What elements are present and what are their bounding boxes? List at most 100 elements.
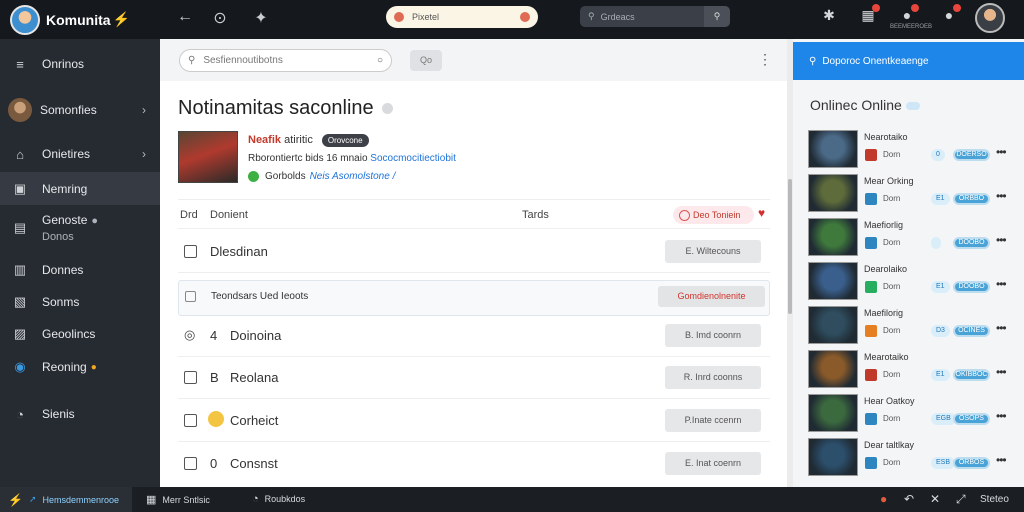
user-badge[interactable]: OCINES (953, 325, 990, 337)
online-user-item[interactable]: Mearotaiko Dorn E1 OKIBBOC ••• (808, 350, 1018, 390)
more-icon[interactable]: ••• (996, 321, 1007, 335)
row-checkbox[interactable] (185, 291, 196, 302)
sidebar-item-home[interactable]: ⌂ Onietires › (0, 141, 160, 167)
user-badge[interactable]: OSOPS (953, 413, 990, 425)
sidebar-item-docs[interactable]: ▥ Donnes (0, 257, 160, 283)
online-user-item[interactable]: Hear Oatkoy Dorn EGB OSOPS ••• (808, 394, 1018, 434)
main-search-input[interactable]: ⚲ Sesfiennoutibotns ○ (179, 49, 392, 72)
toolbar-button[interactable]: Qo (410, 50, 442, 71)
notifications-badge (911, 4, 919, 12)
more-icon[interactable]: ••• (996, 365, 1007, 379)
record-icon[interactable] (520, 12, 530, 22)
row-checkbox[interactable] (184, 414, 197, 427)
user-badge[interactable]: DOOBO (953, 281, 990, 293)
clear-icon[interactable]: ○ (377, 55, 383, 66)
undo-icon[interactable]: ↶ (904, 492, 914, 506)
post-author-rest: atiritic (284, 134, 313, 146)
more-icon[interactable]: ••• (996, 277, 1007, 291)
row-action-button[interactable]: P.Inate ccenrn (665, 409, 761, 432)
online-dot-icon (248, 171, 259, 182)
user-thumbnail[interactable] (808, 394, 858, 432)
user-thumbnail[interactable] (808, 262, 858, 300)
user-avatar[interactable] (975, 3, 1005, 33)
user-thumbnail[interactable] (808, 130, 858, 168)
online-user-item[interactable]: Dear taltlkay Dorn ESB ORBOS ••• (808, 438, 1018, 478)
address-pill[interactable]: Pixetel (386, 6, 538, 28)
more-icon[interactable]: ••• (996, 409, 1007, 423)
row-checkbox[interactable] (184, 457, 197, 470)
back-arrow-icon[interactable]: ← (174, 8, 196, 26)
user-badge[interactable]: ORBBO (953, 193, 990, 205)
top-search-input[interactable]: ⚲ Grdeacs ⚲ (580, 6, 730, 27)
notifications-icon[interactable]: ● BEEMEEROEB (890, 4, 932, 30)
info-icon[interactable] (381, 103, 393, 115)
table-row[interactable]: Dlesdinan E. Wiltecouns (178, 231, 770, 273)
table-row[interactable]: ◎ 4 Doinoina B. Imd coonrn (178, 315, 770, 357)
radio-icon[interactable]: ◎ (184, 327, 195, 343)
user-thumbnail[interactable] (808, 438, 858, 476)
bottom-status[interactable]: ⚡ ➚ Hemsdemmenrooe (0, 487, 132, 512)
user-badge[interactable]: DOOBO (953, 237, 990, 249)
online-user-item[interactable]: Nearotaiko Dorn 0 DOERSO ••• (808, 130, 1018, 170)
more-icon[interactable]: ••• (996, 189, 1007, 203)
user-thumbnail[interactable] (808, 218, 858, 256)
expand-icon[interactable]: ⤢ (956, 492, 966, 507)
row-checkbox[interactable] (184, 245, 197, 258)
top-search-button[interactable]: ⚲ (704, 6, 730, 27)
sidebar-item-settings[interactable]: ◔ Sienis (0, 401, 160, 427)
row-action-button[interactable]: B. Imd coonrn (665, 324, 761, 347)
sidebar-item-profile[interactable]: Somonfies › (0, 93, 160, 127)
alerts-icon[interactable]: ● (938, 4, 961, 23)
filter-chip[interactable]: Deo Toniein (673, 206, 755, 224)
col-header[interactable]: Drd (180, 209, 198, 221)
history-icon[interactable]: ⊙ (209, 8, 231, 28)
post-desc-link[interactable]: Sococmocitiectiobit (370, 153, 456, 164)
puzzle-icon[interactable]: ✱ (818, 7, 840, 24)
row-action-button[interactable]: Gomdienolnenite (658, 286, 765, 307)
right-banner[interactable]: ⚲ Doporoc Onentkeaenge (793, 42, 1024, 80)
row-checkbox[interactable] (184, 371, 197, 384)
sidebar-item-active[interactable]: ▣ Nemring (0, 172, 160, 205)
post-status-link[interactable]: Neis Asomolstone / (310, 171, 396, 182)
scrollbar-thumb[interactable] (788, 179, 792, 314)
app-brand[interactable]: Komunita ⚡ (0, 4, 160, 35)
sidebar-item-menu[interactable]: ≡ Onrinos (0, 51, 160, 77)
user-thumbnail[interactable] (808, 350, 858, 388)
row-action-button[interactable]: R. Inrd coonns (665, 366, 761, 389)
row-action-button[interactable]: E. Inat coenrn (665, 452, 761, 475)
sidebar-item-games[interactable]: ▧ Sonms (0, 289, 160, 315)
more-icon[interactable]: ••• (996, 145, 1007, 159)
table-row[interactable]: Corheict P.Inate ccenrn (178, 400, 770, 442)
online-user-item[interactable]: Maefiorlig Dorn DOOBO ••• (808, 218, 1018, 258)
col-header[interactable]: Tards (522, 209, 549, 221)
post-author[interactable]: Neafik (248, 134, 281, 146)
online-user-item[interactable]: Maefilorig Dorn D3 OCINES ••• (808, 306, 1018, 346)
user-thumbnail[interactable] (808, 306, 858, 344)
sidebar-item-groups[interactable]: ▤ Genoste ● Donos (0, 211, 160, 245)
user-badge[interactable]: OKIBBOC (953, 369, 990, 381)
grid-icon[interactable]: ▦ (857, 4, 880, 24)
more-options-icon[interactable]: ⋮ (758, 51, 772, 68)
more-icon[interactable]: ••• (996, 453, 1007, 467)
post-thumbnail[interactable] (178, 131, 238, 183)
table-row[interactable]: 0 Consnst E. Inat coenrn (178, 443, 770, 485)
pin-icon[interactable]: ✦ (250, 8, 272, 28)
page-title: Notinamitas saconline (178, 97, 393, 120)
record-icon[interactable]: ● (880, 492, 887, 506)
user-thumbnail[interactable] (808, 174, 858, 212)
bottom-item-menu[interactable]: ▦ Merr Sntlsic (146, 493, 210, 506)
user-badge[interactable]: DOERSO (953, 149, 990, 161)
online-user-item[interactable]: Mear Orking Dorn E1 ORBBO ••• (808, 174, 1018, 214)
row-action-button[interactable]: E. Wiltecouns (665, 240, 761, 263)
col-header[interactable]: Donient (210, 209, 248, 221)
user-badge[interactable]: ORBOS (953, 457, 990, 469)
more-icon[interactable]: ••• (996, 233, 1007, 247)
table-row[interactable]: Teondsars Ued Ieoots Gomdienolnenite (178, 280, 770, 316)
sidebar-item-guidelines[interactable]: ▨ Geoolincs (0, 321, 160, 347)
table-row[interactable]: B Reolana R. Inrd coonns (178, 357, 770, 399)
close-icon[interactable]: ✕ (930, 492, 940, 506)
online-user-item[interactable]: Dearolaiko Dorn E1 DOOBO ••• (808, 262, 1018, 302)
bottom-item-feedback[interactable]: ◔ Roubkdos (252, 493, 305, 505)
sidebar-item-reporting[interactable]: ◉ Reoning ● (0, 353, 160, 381)
heart-icon[interactable]: ♥ (758, 206, 765, 220)
